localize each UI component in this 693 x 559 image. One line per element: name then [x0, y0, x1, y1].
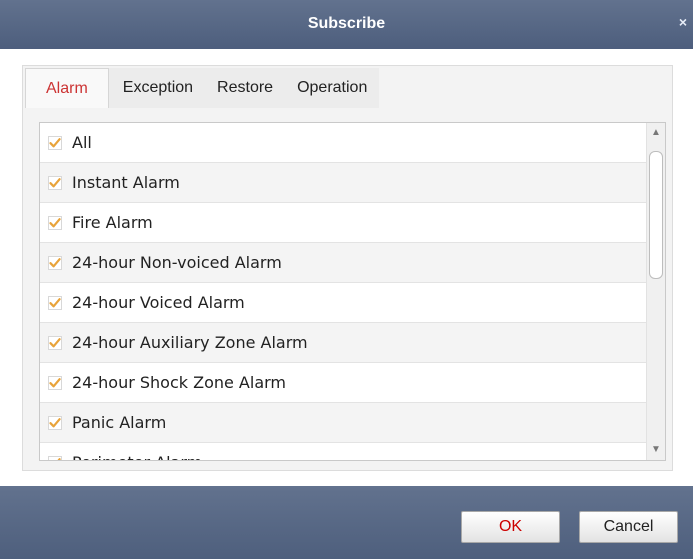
tab-restore[interactable]: Restore [205, 68, 286, 108]
list-item-label: 24-hour Non-voiced Alarm [72, 253, 282, 272]
alarm-type-list: All Instant Alarm Fire Alarm 24-hour Non-vo… [39, 122, 666, 461]
list-item-label: Fire Alarm [72, 213, 153, 232]
list-item[interactable]: All [40, 123, 665, 163]
list-item-label: 24-hour Auxiliary Zone Alarm [72, 333, 308, 352]
checkbox-checked-icon[interactable] [48, 175, 62, 190]
list-item[interactable]: 24-hour Auxiliary Zone Alarm [40, 323, 665, 363]
checkbox-checked-icon[interactable] [48, 215, 62, 230]
title-bar: Subscribe × [0, 0, 693, 49]
ok-button[interactable]: OK [461, 511, 560, 543]
checkbox-checked-icon[interactable] [48, 255, 62, 270]
dialog-title: Subscribe [307, 15, 386, 32]
dialog-footer: OK Cancel [0, 486, 693, 559]
checkbox-checked-icon[interactable] [48, 295, 62, 310]
subscribe-dialog: Subscribe × Alarm Exception Restore Oper… [0, 0, 693, 559]
tab-operation[interactable]: Operation [285, 68, 380, 108]
list-item[interactable]: Fire Alarm [40, 203, 665, 243]
tab-panel: Alarm Exception Restore Operation All Ins… [22, 65, 673, 471]
list-item-label: Instant Alarm [72, 173, 180, 192]
dialog-body: Alarm Exception Restore Operation All Ins… [0, 49, 693, 486]
cancel-button[interactable]: Cancel [579, 511, 678, 543]
list-item-label: Perimeter Alarm [72, 453, 202, 460]
list-item[interactable]: 24-hour Non-voiced Alarm [40, 243, 665, 283]
checkbox-checked-icon[interactable] [48, 335, 62, 350]
tab-bar: Alarm Exception Restore Operation [25, 68, 380, 108]
list-item[interactable]: 24-hour Voiced Alarm [40, 283, 665, 323]
checkbox-checked-icon[interactable] [48, 455, 62, 460]
checkbox-checked-icon[interactable] [48, 375, 62, 390]
list-item[interactable]: Perimeter Alarm [40, 443, 665, 460]
list-item-label: All [72, 133, 92, 152]
scroll-up-icon[interactable]: ▲ [647, 125, 665, 141]
scroll-down-icon[interactable]: ▼ [647, 442, 665, 458]
scroll-thumb[interactable] [649, 151, 663, 279]
checkbox-checked-icon[interactable] [48, 135, 62, 150]
tab-exception[interactable]: Exception [108, 68, 206, 108]
list-scrollbar[interactable]: ▲ ▼ [646, 123, 665, 460]
tab-alarm[interactable]: Alarm [25, 68, 109, 108]
list-item-label: 24-hour Shock Zone Alarm [72, 373, 286, 392]
close-icon[interactable]: × [679, 14, 687, 30]
checkbox-checked-icon[interactable] [48, 415, 62, 430]
list-item[interactable]: Panic Alarm [40, 403, 665, 443]
list-item[interactable]: 24-hour Shock Zone Alarm [40, 363, 665, 403]
list-item[interactable]: Instant Alarm [40, 163, 665, 203]
list-item-label: 24-hour Voiced Alarm [72, 293, 245, 312]
list-item-label: Panic Alarm [72, 413, 167, 432]
